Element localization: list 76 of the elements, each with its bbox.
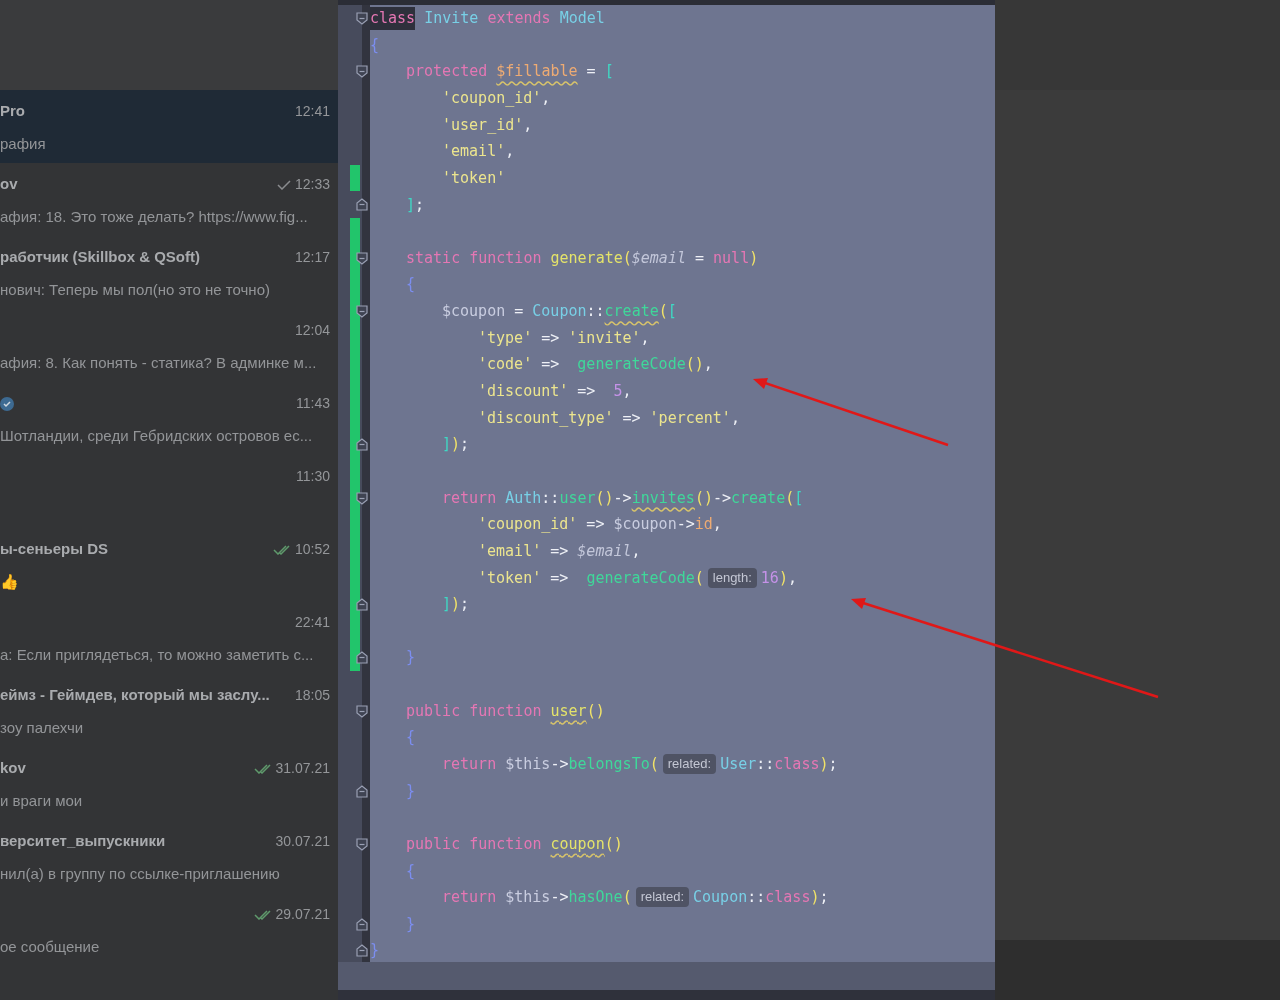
code-line: {: [370, 34, 380, 56]
chat-preview: рафия: [0, 134, 46, 152]
code-line: return $this->hasOne( related: Coupon::class);: [442, 886, 829, 909]
chat-preview: и враги мои: [0, 791, 83, 809]
code-line: public function user(): [406, 700, 605, 722]
code-line: static function generate($email = null): [406, 247, 759, 269]
fold-end-icon[interactable]: [356, 784, 368, 798]
chat-name: ы-сеньеры DS: [0, 539, 109, 560]
fold-start-icon[interactable]: [356, 251, 368, 265]
chat-time: 10:52: [294, 540, 330, 559]
code-line: ]);: [442, 434, 470, 456]
chat-row[interactable]: Pro 12:41 рафия: [0, 90, 338, 163]
code-line: {: [406, 727, 416, 749]
code-line: 'code' => generateCode(),: [478, 354, 713, 376]
chat-preview: 👍: [0, 572, 19, 590]
chat-preview: афия: 8. Как понять - статика? В админке м...: [0, 353, 317, 371]
chat-time: 11:30: [296, 467, 330, 486]
fold-start-icon[interactable]: [356, 12, 368, 25]
code-line: 'email' => $email,: [478, 540, 641, 562]
fold-end-icon[interactable]: [356, 438, 368, 452]
code-line: return $this->belongsTo( related: User::class);: [442, 753, 838, 776]
code-line: ];: [406, 194, 425, 216]
code-line: {: [406, 860, 416, 882]
code-line: 'discount' => 5,: [478, 381, 632, 403]
code-line: }: [406, 647, 416, 669]
chat-preview: нил(а) в группу по ссылке-приглашению: [0, 864, 280, 882]
fold-start-icon[interactable]: [356, 704, 368, 718]
chat-preview: зоу палехчи: [0, 718, 84, 736]
chat-time: 29.07.21: [275, 905, 330, 924]
code-line: ]);: [442, 594, 470, 616]
chat-name: kov: [0, 758, 26, 779]
fold-end-icon[interactable]: [356, 651, 368, 665]
fold-start-icon[interactable]: [356, 65, 368, 79]
chat-time: 11:43: [296, 394, 330, 413]
code-line: 'coupon_id' => $coupon->id,: [478, 514, 722, 536]
fold-end-icon[interactable]: [356, 944, 368, 958]
chat-name: Pro: [0, 101, 25, 122]
code-line: return Auth::user()->invites()->create([: [442, 487, 804, 509]
code-line: class Invite extends Model: [370, 7, 605, 30]
code-line: 'token': [442, 167, 506, 189]
chat-preview: Шотландии, среди Гебридских островов ес...: [0, 426, 313, 444]
code-line: public function coupon(): [406, 833, 623, 855]
code-line: protected $fillable = [: [406, 61, 614, 83]
code-line: {: [406, 274, 416, 296]
fold-end-icon[interactable]: [356, 917, 368, 931]
chat-preview: нович: Теперь мы пол(но это не точно): [0, 280, 270, 298]
code-line: }: [370, 940, 380, 962]
chat-time: 31.07.21: [275, 759, 330, 778]
code-line: 'email',: [442, 141, 515, 163]
chat-preview: ое сообщение: [0, 937, 100, 955]
chat-time: 12:04: [294, 321, 330, 340]
chat-time: 12:41: [294, 102, 330, 121]
code-line: 'coupon_id',: [442, 88, 551, 109]
fold-start-icon[interactable]: [356, 837, 368, 851]
chat-name: верситет_выпускники: [0, 831, 166, 852]
code-line: $coupon = Coupon::create([: [442, 301, 677, 323]
fold-start-icon[interactable]: [356, 305, 368, 319]
chat-time: 12:17: [294, 248, 330, 267]
chat-name: еймз - Геймдев, который мы заслу...: [0, 685, 270, 706]
chat-time: 22:41: [294, 613, 330, 632]
fold-end-icon[interactable]: [356, 198, 368, 212]
chat-time: 12:33: [294, 175, 330, 194]
chat-name: ov: [0, 174, 18, 195]
code-line: 'type' => 'invite',: [478, 327, 650, 349]
chat-preview: а: Если приглядеться, то можно заметить с...: [0, 645, 314, 663]
code-line: 'token' => generateCode( length: 16),: [478, 566, 797, 589]
chat-time: 30.07.21: [275, 832, 330, 851]
chat-time: 18:05: [294, 686, 330, 705]
code-line: }: [406, 780, 416, 802]
code-line: }: [406, 913, 416, 935]
code-line: 'discount_type' => 'percent',: [478, 407, 740, 429]
chat-name: работчик (Skillbox & QSoft): [0, 247, 200, 268]
fold-start-icon[interactable]: [356, 491, 368, 505]
chat-preview: афия: 18. Это тоже делать? https://www.fig...: [0, 207, 308, 225]
code-line: 'user_id',: [442, 114, 533, 136]
fold-end-icon[interactable]: [356, 598, 368, 612]
